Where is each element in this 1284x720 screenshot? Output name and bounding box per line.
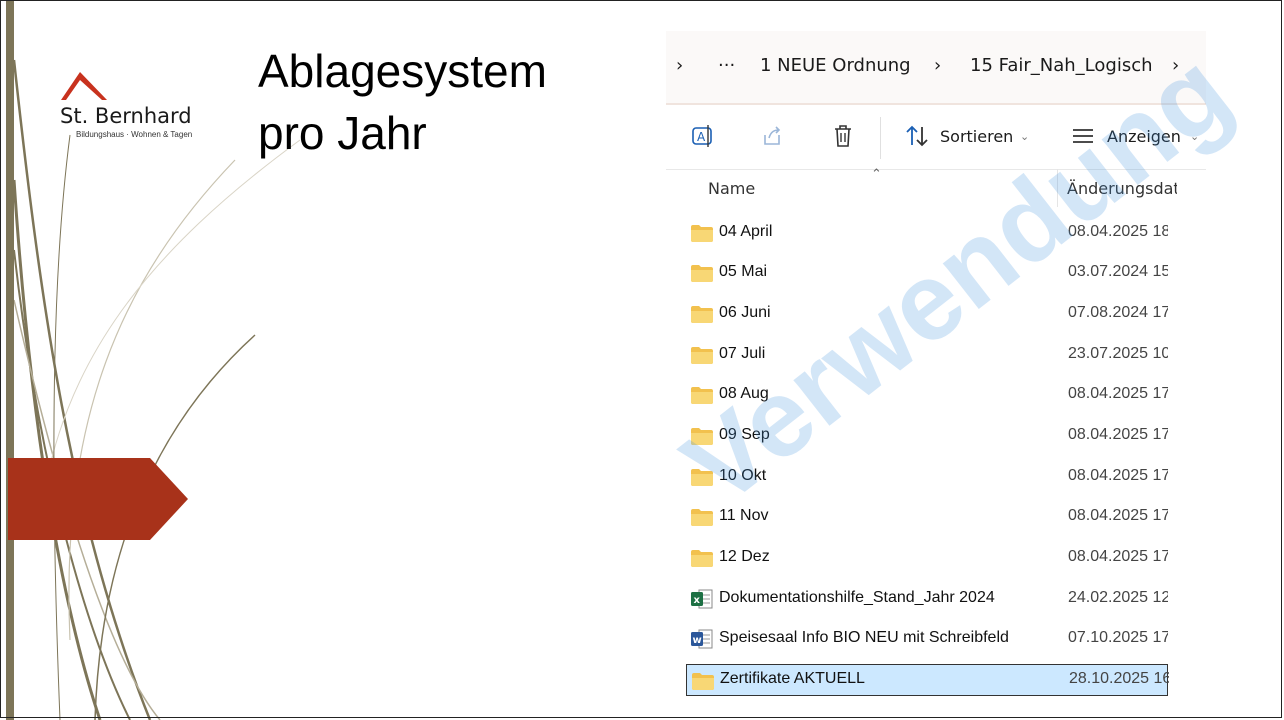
file-modified-date: 07.10.2025 17: — [1068, 629, 1168, 646]
file-explorer: › ··· 1 NEUE Ordnung › 15 Fair_Nah_Logis… — [666, 31, 1206, 701]
folder-icon — [691, 550, 713, 567]
file-row[interactable]: 07 Juli 23.07.2025 10: — [686, 339, 1168, 371]
file-modified-date: 07.08.2024 17: — [1068, 304, 1168, 321]
folder-icon — [691, 387, 713, 404]
view-icon[interactable] — [1070, 123, 1096, 149]
file-row[interactable]: Zertifikate AKTUELL 28.10.2025 16: — [686, 664, 1169, 696]
folder-icon — [691, 306, 713, 323]
file-modified-date: 03.07.2024 15: — [1068, 263, 1168, 280]
file-name: 12 Dez — [719, 548, 770, 565]
file-name: 10 Okt — [719, 467, 767, 484]
left-accent-bar — [6, 0, 14, 720]
slide: St. Bernhard Bildungshaus · Wohnen & Tag… — [0, 0, 1284, 720]
breadcrumb-more[interactable]: ··· — [718, 55, 735, 76]
file-row[interactable]: 08 Aug 08.04.2025 17: — [686, 379, 1168, 411]
file-name: 11 Nov — [719, 507, 769, 524]
file-row[interactable]: 05 Mai 03.07.2024 15: — [686, 257, 1168, 289]
file-row[interactable]: 10 Okt 08.04.2025 17: — [686, 461, 1168, 493]
folder-icon — [691, 428, 713, 445]
file-name: Speisesaal Info BIO NEU mit Schreibfeld — [719, 629, 1009, 646]
rename-icon[interactable]: A — [690, 123, 716, 149]
folder-icon — [691, 225, 713, 242]
file-name: 06 Juni — [719, 304, 771, 321]
svg-text:A: A — [697, 130, 706, 144]
file-name: Dokumentationshilfe_Stand_Jahr 2024 — [719, 589, 995, 606]
file-row[interactable]: 12 Dez 08.04.2025 17: — [686, 542, 1168, 574]
folder-icon — [691, 509, 713, 526]
logo-name: St. Bernhard — [60, 104, 192, 128]
command-bar: A Sortieren ⌄ Anzeigen ⌄ — [666, 107, 1206, 170]
view-button[interactable]: Anzeigen — [1107, 127, 1181, 146]
svg-text:x: x — [694, 595, 701, 606]
sort-button[interactable]: Sortieren — [940, 127, 1013, 146]
title-line-2: pro Jahr — [258, 107, 427, 159]
address-bar[interactable]: › ··· 1 NEUE Ordnung › 15 Fair_Nah_Logis… — [666, 31, 1206, 105]
file-modified-date: 08.04.2025 17: — [1068, 507, 1168, 524]
red-arrow-tab — [8, 458, 188, 540]
file-row[interactable]: w Speisesaal Info BIO NEU mit Schreibfeld… — [686, 623, 1168, 655]
delete-icon[interactable] — [830, 123, 856, 149]
file-name: 07 Juli — [719, 345, 766, 362]
file-name: 09 Sep — [719, 426, 770, 443]
excel-file-icon: x — [691, 589, 713, 609]
svg-text:w: w — [693, 635, 702, 646]
chevron-right-icon[interactable]: › — [1172, 55, 1179, 76]
chevron-right-icon[interactable]: › — [934, 55, 941, 76]
file-row[interactable]: 04 April 08.04.2025 18: — [686, 217, 1168, 249]
file-modified-date: 24.02.2025 12: — [1068, 589, 1168, 606]
chevron-down-icon[interactable]: ⌄ — [1020, 130, 1029, 143]
file-modified-date: 08.04.2025 17: — [1068, 467, 1168, 484]
file-modified-date: 28.10.2025 16: — [1069, 670, 1169, 687]
title-line-1: Ablagesystem — [258, 45, 547, 97]
slide-title: Ablagesystem pro Jahr — [258, 40, 547, 164]
file-modified-date: 08.04.2025 17: — [1068, 548, 1168, 565]
file-modified-date: 08.04.2025 18: — [1068, 223, 1168, 240]
breadcrumb-item-1[interactable]: 1 NEUE Ordnung — [760, 55, 911, 76]
file-name: 08 Aug — [719, 385, 769, 402]
folder-icon — [691, 265, 713, 282]
sort-up-icon: ⌃ — [871, 167, 882, 182]
logo-subtitle: Bildungshaus · Wohnen & Tagen — [76, 130, 193, 139]
toolbar-separator — [880, 117, 881, 159]
file-modified-date: 08.04.2025 17: — [1068, 426, 1168, 443]
file-row[interactable]: x Dokumentationshilfe_Stand_Jahr 2024 24.0… — [686, 583, 1168, 615]
folder-icon — [692, 673, 714, 690]
file-row[interactable]: 09 Sep 08.04.2025 17: — [686, 420, 1168, 452]
folder-icon — [691, 347, 713, 364]
breadcrumb-item-2[interactable]: 15 Fair_Nah_Logisch — [970, 55, 1153, 76]
chevron-down-icon[interactable]: ⌄ — [1190, 130, 1199, 143]
sort-icon[interactable] — [904, 123, 930, 149]
chevron-right-icon[interactable]: › — [676, 55, 683, 76]
word-file-icon: w — [691, 629, 713, 649]
file-row[interactable]: 06 Juni 07.08.2024 17: — [686, 298, 1168, 330]
file-modified-date: 08.04.2025 17: — [1068, 385, 1168, 402]
column-modified[interactable]: Änderungsdatum — [1067, 179, 1177, 198]
file-row[interactable]: 11 Nov 08.04.2025 17: — [686, 501, 1168, 533]
folder-icon — [691, 469, 713, 486]
share-icon[interactable] — [760, 123, 786, 149]
column-separator[interactable] — [1057, 169, 1058, 207]
file-name: 05 Mai — [719, 263, 768, 280]
column-header: Name ⌃ Änderungsdatum — [666, 167, 1206, 209]
file-modified-date: 23.07.2025 10: — [1068, 345, 1168, 362]
file-name: Zertifikate AKTUELL — [720, 670, 865, 687]
column-name[interactable]: Name — [708, 179, 755, 198]
file-name: 04 April — [719, 223, 773, 240]
